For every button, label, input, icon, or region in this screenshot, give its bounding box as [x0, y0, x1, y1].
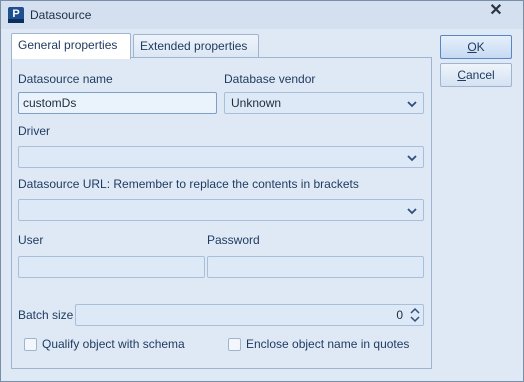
datasource-dialog: P Datasource ✕ General properties Extend…: [0, 0, 524, 382]
batch-size-value: 0: [396, 308, 403, 322]
spinner-icon[interactable]: [409, 306, 421, 324]
app-icon: P: [8, 7, 24, 23]
chevron-down-icon: [407, 101, 417, 108]
chevron-down-icon: [407, 155, 417, 162]
tab-extended-properties[interactable]: Extended properties: [133, 34, 259, 58]
enclose-quotes-label: Enclose object name in quotes: [246, 337, 410, 351]
ok-button[interactable]: OK: [440, 35, 512, 59]
cancel-button[interactable]: Cancel: [440, 63, 512, 87]
password-input[interactable]: [207, 256, 424, 278]
window-title: Datasource: [30, 8, 92, 22]
qualify-schema-checkbox[interactable]: [24, 338, 37, 351]
database-vendor-value: Unknown: [231, 96, 282, 110]
batch-size-spinner[interactable]: 0: [75, 304, 424, 326]
database-vendor-select[interactable]: Unknown: [224, 92, 424, 114]
chevron-down-icon: [407, 208, 417, 215]
app-icon-bar: [8, 19, 24, 23]
title-bar: P Datasource ✕: [1, 1, 523, 29]
close-icon: ✕: [489, 2, 503, 19]
user-input[interactable]: [18, 256, 205, 278]
tab-general-properties[interactable]: General properties: [11, 33, 131, 59]
datasource-url-label: Datasource URL: Remember to replace the …: [18, 177, 359, 191]
qualify-schema-label: Qualify object with schema: [42, 337, 185, 351]
driver-label: Driver: [18, 124, 50, 138]
datasource-url-select[interactable]: [18, 199, 424, 221]
driver-select[interactable]: [18, 146, 424, 168]
ok-mnemonic: O: [467, 40, 477, 54]
datasource-name-label: Datasource name: [18, 72, 113, 86]
password-label: Password: [207, 233, 260, 247]
enclose-quotes-checkbox[interactable]: [228, 338, 241, 351]
close-button[interactable]: ✕: [485, 2, 507, 22]
batch-size-label: Batch size: [18, 308, 74, 322]
cancel-mnemonic: C: [457, 68, 466, 82]
database-vendor-label: Database vendor: [224, 72, 316, 86]
datasource-name-input[interactable]: customDs: [18, 92, 217, 114]
user-label: User: [18, 233, 44, 247]
cancel-label-rest: ancel: [465, 68, 495, 82]
ok-label-rest: K: [476, 40, 485, 54]
datasource-name-value: customDs: [23, 96, 77, 110]
